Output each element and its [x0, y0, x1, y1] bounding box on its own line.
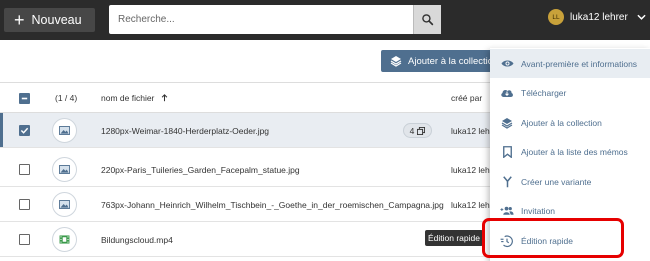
arrow-up-icon	[161, 94, 168, 102]
avatar: LL	[548, 9, 564, 25]
version-count-badge: 4	[403, 123, 432, 138]
file-thumbnail	[52, 118, 77, 143]
row-checkbox[interactable]	[19, 199, 30, 210]
row-checkbox[interactable]	[19, 125, 30, 136]
select-all-checkbox[interactable]	[19, 93, 30, 104]
row-checkbox[interactable]	[19, 234, 30, 245]
file-name[interactable]: Bildungscloud.mp4	[101, 235, 173, 245]
copies-icon	[417, 126, 426, 135]
new-button[interactable]: + Nouveau	[4, 8, 95, 32]
menu-item-add-to-collection[interactable]: Ajouter à la collection	[490, 108, 650, 137]
created-by: luka12 lehr	[451, 126, 493, 136]
menu-item-preview[interactable]: Avant-première et informations	[490, 49, 650, 78]
menu-item-label: Créer une variante	[521, 176, 592, 187]
highlight-box	[482, 218, 624, 258]
plus-icon: +	[14, 10, 25, 30]
row-checkbox[interactable]	[19, 164, 30, 175]
top-bar: + Nouveau LL luka12 lehrer	[0, 0, 650, 40]
search-box	[109, 5, 441, 34]
version-count: 4	[409, 125, 415, 136]
menu-item-label: Invitation	[521, 205, 556, 216]
layers-icon	[500, 116, 514, 130]
tooltip: Édition rapide	[425, 230, 483, 246]
created-by: luka12 lehr	[451, 165, 493, 175]
created-by: luka12 lehr	[451, 200, 493, 210]
file-thumbnail	[52, 227, 77, 252]
menu-item-add-to-memo-list[interactable]: Ajouter à la liste des mémos	[490, 137, 650, 166]
search-button[interactable]	[413, 5, 441, 34]
file-thumbnail	[52, 192, 77, 217]
user-name: luka12 lehrer	[570, 11, 628, 23]
video-icon	[59, 235, 70, 244]
user-menu[interactable]: LL luka12 lehrer	[548, 9, 646, 25]
bookmark-icon	[500, 145, 514, 159]
cloud-download-icon	[500, 86, 514, 100]
column-header-name-label: nom de fichier	[101, 93, 155, 103]
search-icon	[422, 14, 434, 26]
layers-icon	[390, 55, 402, 67]
image-icon	[59, 200, 70, 209]
new-button-label: Nouveau	[31, 13, 82, 27]
image-icon	[59, 165, 70, 174]
menu-item-label: Ajouter à la collection	[521, 117, 602, 128]
file-name[interactable]: 763px-Johann_Heinrich_Wilhelm_Tischbein_…	[101, 200, 444, 210]
selection-count: (1 / 4)	[55, 93, 78, 103]
menu-item-download[interactable]: Télécharger	[490, 78, 650, 107]
add-to-collection-button[interactable]: Ajouter à la collection	[381, 50, 495, 72]
people-add-icon	[500, 204, 514, 218]
search-input[interactable]	[109, 5, 413, 34]
chevron-down-icon	[637, 14, 646, 20]
file-name[interactable]: 1280px-Weimar-1840-Herderplatz-Oeder.jpg	[101, 126, 269, 136]
column-header-created-by[interactable]: créé par	[451, 93, 482, 103]
add-to-collection-label: Ajouter à la collection	[408, 55, 495, 67]
image-icon	[59, 126, 70, 135]
fork-icon	[500, 175, 514, 189]
eye-icon	[500, 57, 514, 71]
menu-item-label: Avant-première et informations	[521, 58, 638, 69]
menu-item-label: Télécharger	[521, 87, 567, 98]
column-header-name[interactable]: nom de fichier	[101, 93, 168, 103]
file-name[interactable]: 220px-Paris_Tuileries_Garden_Facepalm_st…	[101, 165, 300, 175]
file-thumbnail	[52, 157, 77, 182]
menu-item-create-variant[interactable]: Créer une variante	[490, 167, 650, 196]
menu-item-label: Ajouter à la liste des mémos	[521, 146, 628, 157]
